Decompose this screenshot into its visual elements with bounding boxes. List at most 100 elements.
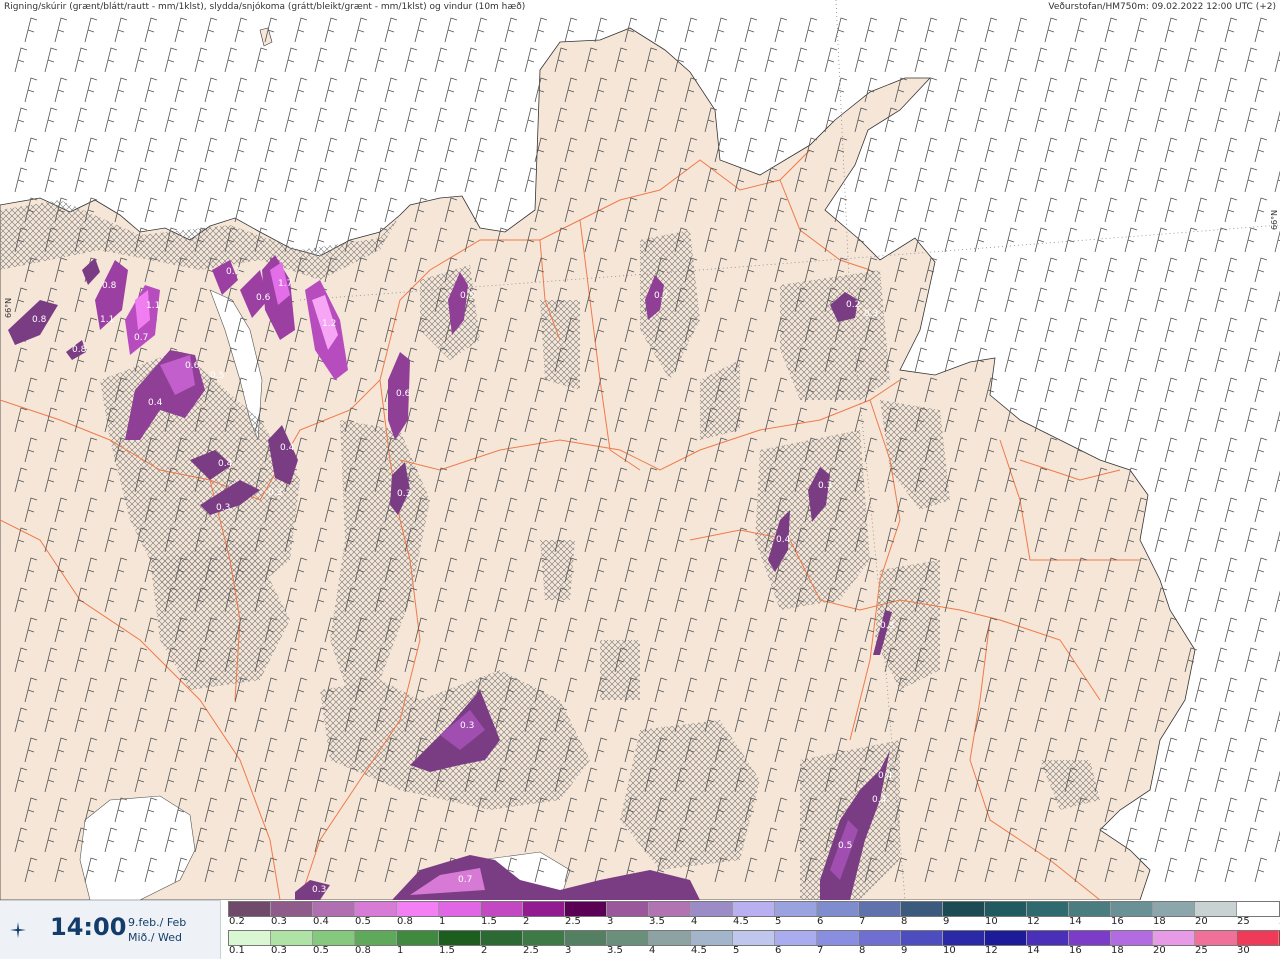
legend-label: 0.1 (229, 945, 245, 956)
legend-label: 0.8 (397, 916, 413, 927)
legend-color-cell (901, 931, 943, 945)
legend-label: 0.3 (271, 945, 287, 956)
legend-color-cell (985, 902, 1027, 916)
map-canvas: 0.8 1.1 1.1 0.7 0.8 0.6 0.5 0.4 0.4 0.3 0.3 0.7 0.6 1… (0, 0, 1280, 900)
legend-label: 30 (1237, 945, 1250, 956)
legend-color-cell (691, 931, 733, 945)
legend-color-cell (523, 931, 565, 945)
legend-color-cell (1195, 931, 1237, 945)
legend-color-cell (481, 902, 523, 916)
model-run-info: Veðurstofan/HM750m: 09.02.2022 12:00 UTC… (1048, 2, 1276, 12)
legend-color-cell (229, 902, 271, 916)
precip-value-label: 0.8 (72, 345, 87, 355)
latitude-label-left: 66°N (4, 297, 13, 318)
legend-label: 18 (1111, 945, 1124, 956)
snow-scale-labels: 0.2 0.3 0.4 0.5 0.8 1 1.5 2 2.5 3 3.5 4 4.5 5 6 7 8 9 10 12… (228, 916, 1280, 928)
legend-color-cell (985, 931, 1027, 945)
precip-value-label: 0.3 (397, 489, 411, 499)
legend-color-cell (859, 931, 901, 945)
legend-label: 4 (691, 916, 698, 927)
legend-color-cell (1069, 931, 1111, 945)
precip-value-label: 0.5 (838, 841, 852, 851)
legend-label: 9 (943, 916, 950, 927)
legend-color-cell (1027, 931, 1069, 945)
legend-color-cell (1111, 902, 1153, 916)
legend-color-cell (607, 902, 649, 916)
precip-value-label: 0.7 (134, 333, 148, 343)
legend-label: 12 (985, 945, 998, 956)
legend-color-cell (901, 902, 943, 916)
legend-label: 5 (775, 916, 782, 927)
legend-color-cell (313, 931, 355, 945)
precip-value-label: 0.8 (32, 315, 47, 325)
precip-value-label: 0.6 (185, 361, 200, 371)
snow-color-scale (228, 901, 1280, 917)
precip-value-label: 0.4 (218, 459, 233, 469)
latitude-label-right: 66°N (1270, 209, 1279, 230)
legend-color-cell (1153, 931, 1195, 945)
legend-label: 0.5 (313, 945, 329, 956)
time-panel: 14:00 9.feb./ Feb Mið./ Wed (0, 900, 221, 959)
legend-label: 1.5 (439, 945, 455, 956)
legend-label: 0.8 (355, 945, 371, 956)
legend-color-cell (481, 931, 523, 945)
legend-label: 10 (943, 945, 956, 956)
legend-color-cell (1237, 931, 1279, 945)
legend-label: 0.5 (355, 916, 371, 927)
legend-color-cell (859, 902, 901, 916)
legend-color-cell (565, 902, 607, 916)
precip-value-label: 0.3 (818, 481, 832, 491)
legend-color-cell (649, 902, 691, 916)
legend-label: 0.2 (229, 916, 245, 927)
legend-label: 7 (859, 916, 866, 927)
forecast-time: 14:00 (50, 913, 127, 941)
legend-color-cell (1027, 902, 1069, 916)
legend-label: 14 (1069, 916, 1082, 927)
legend-label: 12 (1027, 916, 1040, 927)
forecast-date: 9.feb./ Feb (128, 916, 187, 929)
precip-value-label: 0.7 (226, 267, 240, 277)
map-description: Rigning/skúrir (grænt/blátt/rautt - mm/1… (4, 2, 526, 12)
legend-label: 1 (397, 945, 404, 956)
legend-color-cell (397, 931, 439, 945)
legend-label: 5 (733, 945, 740, 956)
legend-color-cell (607, 931, 649, 945)
legend-color-cell (1195, 902, 1237, 916)
precip-value-label: 0.5 (460, 291, 474, 301)
legend-label: 9 (901, 945, 908, 956)
legend-label: 3.5 (649, 916, 665, 927)
legend-label: 18 (1153, 916, 1166, 927)
legend-label: 1.5 (481, 916, 497, 927)
precip-value-label: 0.4 (872, 795, 887, 805)
legend-color-cell (355, 931, 397, 945)
legend-color-cell (313, 902, 355, 916)
forecast-day: Mið./ Wed (128, 931, 182, 944)
legend-label: 3 (607, 916, 614, 927)
legend-label: 4 (649, 945, 656, 956)
precip-value-label: 0.4 (776, 535, 791, 545)
precip-value-label: 0.4 (878, 771, 893, 781)
precip-value-label: 0.3 (268, 488, 282, 498)
legend-label: 10 (985, 916, 998, 927)
legend-color-cell (733, 931, 775, 945)
precip-value-label: 0.3 (216, 503, 230, 513)
legend-color-cell (523, 902, 565, 916)
legend-label: 8 (901, 916, 908, 927)
legend-label: 6 (775, 945, 782, 956)
legend-label: 6 (817, 916, 824, 927)
legend-label: 2.5 (565, 916, 581, 927)
legend-color-cell (439, 931, 481, 945)
sun-compass-icon (10, 922, 26, 938)
legend-label: 2 (523, 916, 530, 927)
precip-value-label: 1.1 (146, 301, 160, 311)
legend-color-cell (817, 931, 859, 945)
legend-color-cell (397, 902, 439, 916)
legend-label: 25 (1195, 945, 1208, 956)
legend-color-cell (1153, 902, 1195, 916)
legend-label: 3.5 (607, 945, 623, 956)
legend-label: 2 (481, 945, 488, 956)
legend-label: 2.5 (523, 945, 539, 956)
weather-map: 0.8 1.1 1.1 0.7 0.8 0.6 0.5 0.4 0.4 0.3 0.3 0.7 0.6 1… (0, 0, 1280, 900)
precip-value-label: 0.2 (654, 291, 668, 301)
legend-color-cell (775, 931, 817, 945)
